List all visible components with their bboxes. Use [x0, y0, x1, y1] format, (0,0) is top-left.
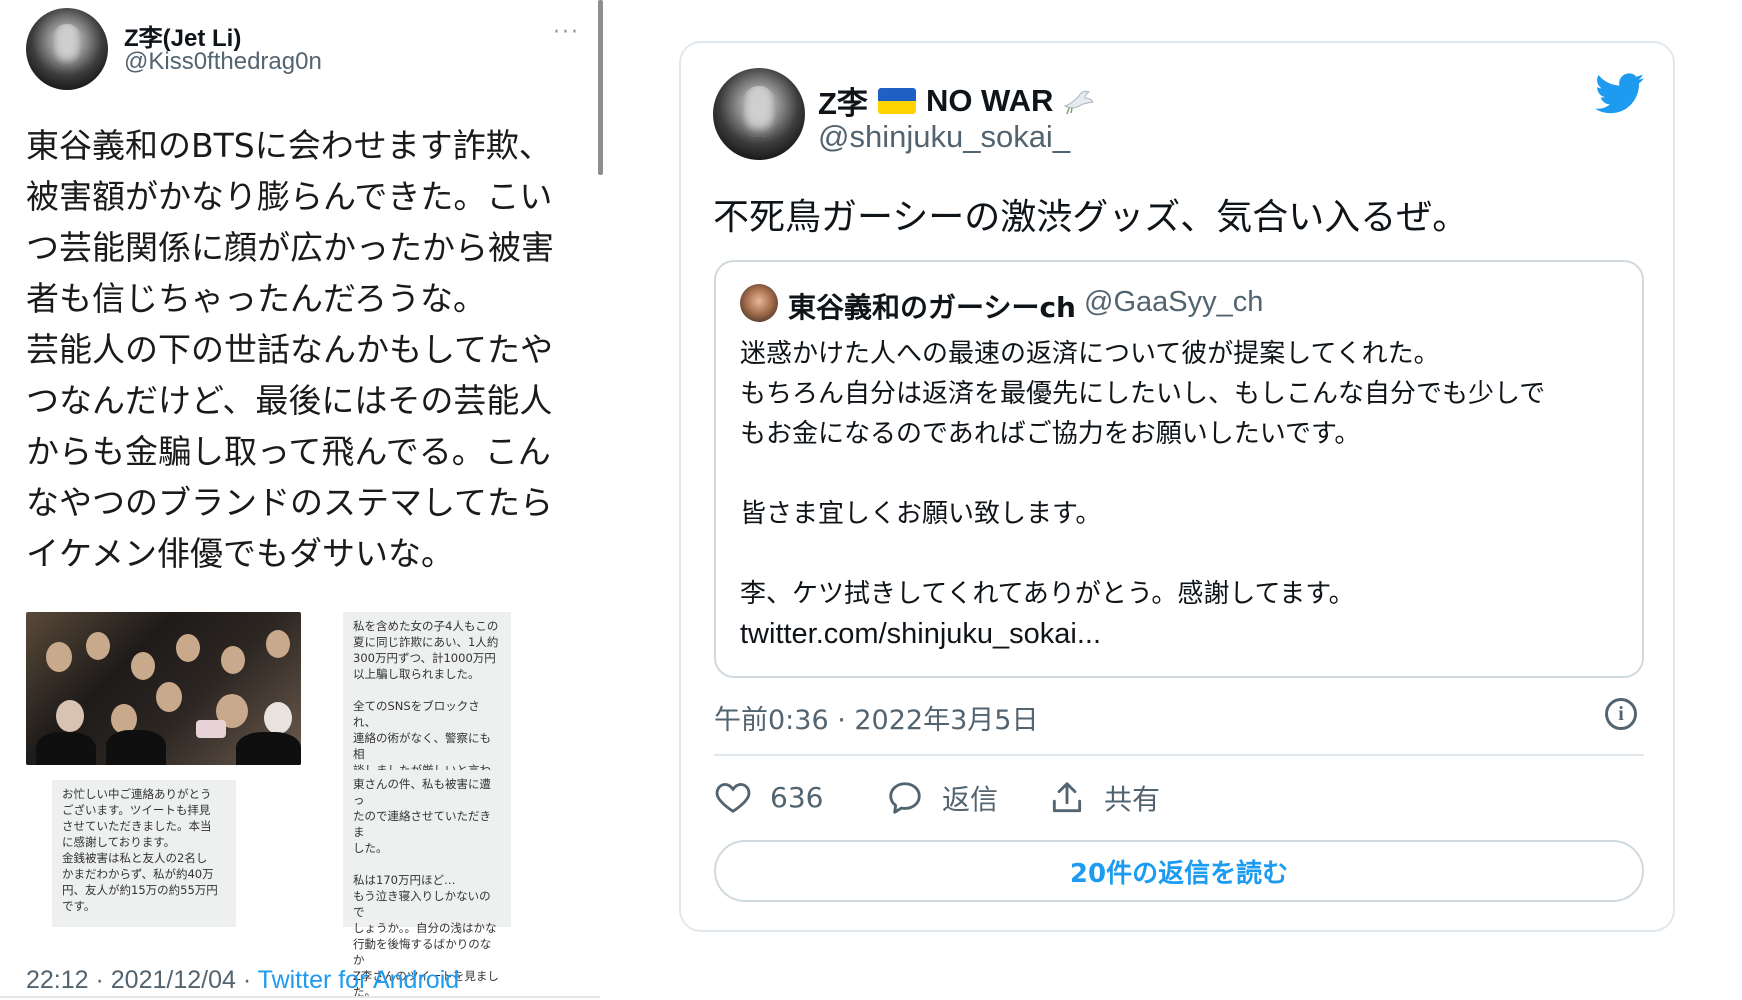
left-tweet-panel: Z李(Jet Li) @Kiss0fthedrag0n ··· 東谷義和のBTS…: [0, 0, 603, 999]
quoted-author-name[interactable]: 東谷義和のガーシーch: [788, 286, 1076, 326]
read-replies-button[interactable]: 20件の返信を読む: [714, 840, 1644, 902]
like-button[interactable]: 636: [714, 778, 823, 816]
dm-screenshot-2[interactable]: 私を含めた女の子4人もこの 夏に同じ詐欺にあい、1人約 300万円ずつ、計100…: [343, 612, 511, 809]
tweet-timestamp[interactable]: 午前0:36 · 2022年3月5日: [714, 698, 1038, 737]
reply-bubble-icon: [889, 782, 921, 814]
dm-screenshot-3[interactable]: 東さんの件、私も被害に遭っ たので連絡させていただきま した。 私は170万円ほ…: [343, 770, 511, 999]
name-suffix[interactable]: NO WAR: [926, 83, 1053, 119]
ukraine-flag-icon: [877, 87, 916, 114]
author-avatar[interactable]: [713, 68, 805, 160]
group-photo-image[interactable]: [26, 612, 301, 765]
quoted-author-avatar[interactable]: [740, 284, 778, 322]
quoted-author-handle[interactable]: @GaaSyy_ch: [1084, 286, 1263, 319]
tweet-timestamp: 22:12 · 2021/12/04 ·: [26, 966, 258, 994]
reply-label: 返信: [942, 783, 999, 816]
info-icon[interactable]: i: [1605, 698, 1637, 730]
dm-screenshot-1[interactable]: お忙しい中ご連絡ありがとう ございます。ツイートも拝見 させていただきました。本…: [52, 780, 236, 927]
reply-button[interactable]: 返信: [886, 778, 998, 818]
like-count: 636: [770, 780, 824, 814]
twitter-bird-icon[interactable]: [1595, 73, 1645, 115]
quoted-tweet-link[interactable]: twitter.com/shinjuku_sokai...: [740, 618, 1101, 650]
quoted-tweet[interactable]: 東谷義和のガーシーch @GaaSyy_ch 迷惑かけた人への最速の返済について…: [714, 260, 1644, 678]
quoted-tweet-text: 迷惑かけた人への最速の返済について彼が提案してくれた。 もちろん自分は返済を最優…: [740, 339, 1546, 609]
share-button[interactable]: 共有: [1048, 778, 1160, 818]
more-options-icon[interactable]: ···: [553, 20, 580, 45]
author-avatar[interactable]: [26, 8, 108, 90]
scrollbar[interactable]: [598, 0, 603, 175]
author-handle[interactable]: @Kiss0fthedrag0n: [124, 48, 322, 76]
tweet-text: 不死鳥ガーシーの激渋グッズ、気合い入るぜ。: [713, 197, 1469, 238]
author-name[interactable]: Z李: [818, 78, 868, 123]
tweet-meta: 22:12 · 2021/12/04 · Twitter for Android: [26, 966, 459, 995]
share-icon: [1052, 782, 1082, 813]
tweet-source-link[interactable]: Twitter for Android: [258, 966, 459, 994]
divider: [714, 754, 1644, 756]
embedded-tweet-card: Z李 NO WAR @shinjuku_sokai_ 不死鳥ガーシーの激渋グッズ…: [679, 41, 1675, 932]
heart-icon: [715, 783, 751, 813]
quoted-tweet-body: 迷惑かけた人への最速の返済について彼が提案してくれた。 もちろん自分は返済を最優…: [740, 334, 1620, 655]
author-name-row[interactable]: Z李 NO WAR: [818, 78, 1095, 123]
share-label: 共有: [1104, 783, 1161, 816]
dove-icon: [1064, 90, 1095, 114]
author-handle[interactable]: @shinjuku_sokai_: [818, 119, 1070, 155]
tweet-text: 東谷義和のBTSに会わせます詐欺、 被害額がかなり膨らんできた。こい つ芸能関係…: [26, 126, 554, 573]
